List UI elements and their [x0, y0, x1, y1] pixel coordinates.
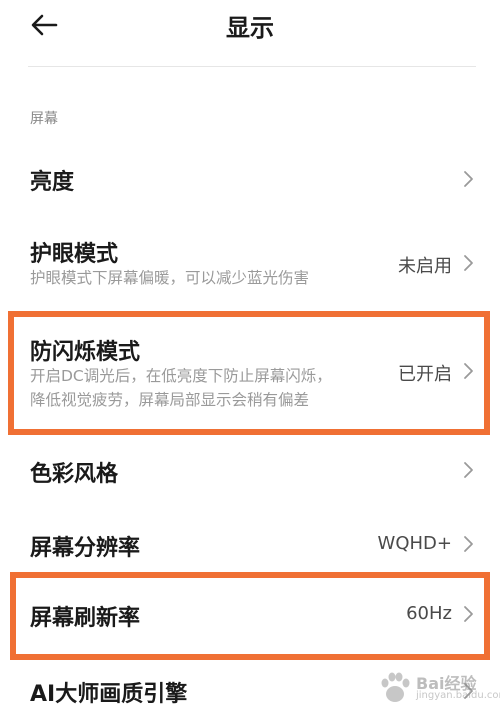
- settings-row-color-style[interactable]: 色彩风格: [0, 440, 500, 504]
- row-title: 屏幕分辨率: [30, 536, 141, 561]
- row-title: 亮度: [30, 170, 75, 195]
- settings-row-eye-care[interactable]: 护眼模式 护眼模式下屏幕偏暖，可以减少蓝光伤害 未启用: [0, 226, 500, 296]
- row-value: WQHD+: [377, 533, 452, 554]
- row-value: 60Hz: [406, 603, 452, 624]
- row-value: 已开启: [398, 364, 452, 385]
- baidu-jingyan-watermark: Bai经验 jingyan.baidu.com: [378, 668, 500, 708]
- page-title: 显示: [226, 14, 274, 42]
- settings-row-refresh-rate[interactable]: 屏幕刷新率 60Hz: [0, 584, 500, 648]
- settings-row-resolution[interactable]: 屏幕分辨率 WQHD+: [0, 512, 500, 576]
- row-title: 防闪烁模式: [30, 340, 141, 365]
- row-value: 未启用: [398, 256, 452, 277]
- header-bar: 显示: [0, 0, 500, 66]
- paw-logo-icon: [381, 672, 410, 702]
- chevron-right-icon: [464, 171, 473, 187]
- chevron-right-icon: [464, 255, 473, 271]
- chevron-right-icon: [464, 462, 473, 478]
- watermark-url: jingyan.baidu.com: [416, 690, 500, 701]
- row-title: AI大师画质引擎: [30, 682, 188, 707]
- section-label-screen: 屏幕: [30, 111, 58, 127]
- row-title: 护眼模式: [30, 242, 119, 267]
- row-title: 屏幕刷新率: [30, 606, 141, 631]
- settings-row-brightness[interactable]: 亮度: [0, 146, 500, 210]
- row-subtitle-line2: 降低视觉疲劳，屏幕局部显示会稍有偏差: [30, 391, 310, 409]
- row-title: 色彩风格: [30, 462, 119, 487]
- chevron-right-icon: [464, 536, 473, 552]
- settings-row-anti-flicker[interactable]: 防闪烁模式 开启DC调光后，在低亮度下防止屏幕闪烁， 降低视觉疲劳，屏幕局部显示…: [0, 322, 500, 428]
- chevron-right-icon: [464, 606, 473, 622]
- chevron-right-icon: [464, 363, 473, 379]
- header-divider: [28, 66, 476, 67]
- row-subtitle-line1: 开启DC调光后，在低亮度下防止屏幕闪烁，: [30, 367, 332, 385]
- row-subtitle: 护眼模式下屏幕偏暖，可以减少蓝光伤害: [30, 269, 310, 287]
